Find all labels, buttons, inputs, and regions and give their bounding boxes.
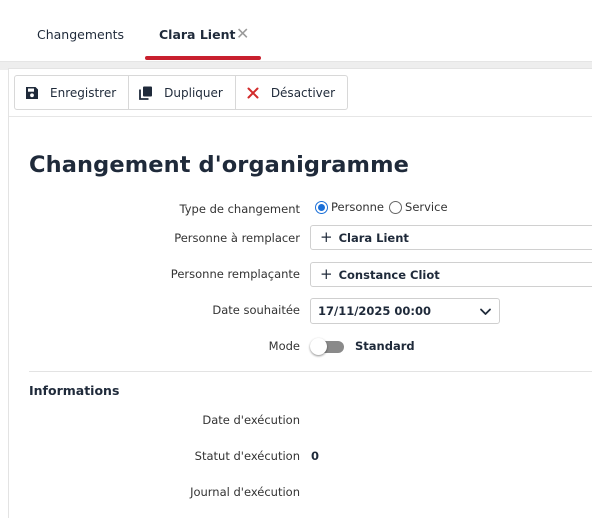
radio-service[interactable] (389, 200, 403, 214)
mode-label: Mode (268, 339, 300, 353)
close-icon[interactable]: ✕ (236, 24, 249, 43)
desired-date-value: 17/11/2025 00:00 (318, 304, 432, 318)
plus-icon: + (320, 228, 333, 246)
mode-toggle[interactable] (310, 338, 344, 355)
person-to-replace-picker[interactable]: + Clara Lient (310, 225, 592, 250)
desired-date-select[interactable]: 17/11/2025 00:00 (310, 298, 500, 324)
page-title: Changement d'organigramme (29, 152, 410, 178)
tab-clara-lient[interactable]: Clara Lient (159, 27, 235, 42)
person-to-replace-value: Clara Lient (338, 230, 409, 245)
execution-log-label: Journal d'exécution (190, 485, 300, 499)
desired-date-label: Date souhaitée (212, 303, 300, 317)
save-button[interactable]: Enregistrer (15, 76, 130, 109)
cross-icon (246, 86, 260, 100)
type-label: Type de changement (179, 202, 301, 216)
toggle-knob (310, 338, 327, 355)
section-divider (29, 371, 592, 372)
replacement-person-value: Constance Cliot (338, 267, 440, 282)
deactivate-button[interactable]: Désactiver (236, 76, 347, 109)
person-to-replace-label: Personne à remplacer (174, 231, 300, 245)
save-icon (25, 86, 39, 100)
toolbar-divider (9, 116, 592, 117)
plus-icon: + (320, 265, 333, 283)
radio-personne[interactable] (315, 200, 328, 214)
tab-bar: Changements Clara Lient ✕ (0, 0, 592, 62)
action-toolbar: Enregistrer Dupliquer Désactiver (14, 75, 349, 110)
radio-personne-label[interactable]: Personne (331, 200, 384, 214)
duplicate-button-label: Dupliquer (164, 85, 223, 100)
replacement-person-picker[interactable]: + Constance Cliot (310, 262, 592, 287)
execution-status-label: Statut d'exécution (194, 449, 300, 463)
type-radio-group: Personne Service (315, 200, 448, 214)
save-button-label: Enregistrer (50, 85, 117, 100)
radio-service-label[interactable]: Service (405, 200, 448, 214)
deactivate-button-label: Désactiver (270, 85, 336, 100)
copy-icon (139, 86, 153, 100)
duplicate-button[interactable]: Dupliquer (129, 76, 236, 109)
execution-date-label: Date d'exécution (202, 413, 300, 427)
replacement-person-label: Personne remplaçante (170, 267, 300, 281)
section-informations-title: Informations (29, 383, 120, 398)
tab-changements[interactable]: Changements (37, 27, 124, 42)
mode-value: Standard (355, 339, 415, 353)
active-tab-indicator (145, 56, 261, 60)
chevron-down-icon (480, 308, 491, 315)
execution-status-value: 0 (311, 449, 320, 463)
content-panel (8, 68, 592, 518)
